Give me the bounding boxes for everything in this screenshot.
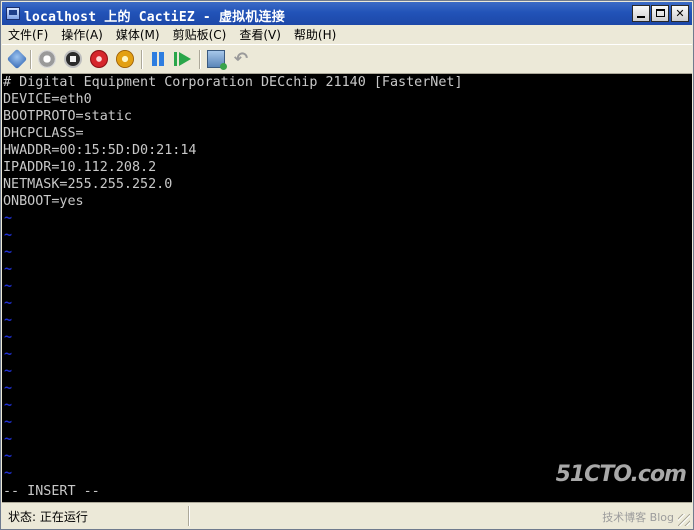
vm-console-screen[interactable]: # Digital Equipment Corporation DECchip … <box>2 74 692 502</box>
pause-icon[interactable] <box>149 50 167 68</box>
watermark-subtitle: 技术博客 Blog <box>602 511 674 524</box>
vim-empty-line-marker: ~ <box>4 347 13 362</box>
menu-action[interactable]: 操作(A) <box>61 26 103 43</box>
vim-empty-line-marker: ~ <box>4 245 13 260</box>
vim-empty-line-marker: ~ <box>4 466 13 481</box>
maximize-button[interactable] <box>651 5 669 22</box>
status-text: 状态: 正在运行 <box>8 510 88 524</box>
vim-empty-line-marker: ~ <box>4 398 13 413</box>
menu-clipboard[interactable]: 剪贴板(C) <box>173 26 227 43</box>
terminal-line: # Digital Equipment Corporation DECchip … <box>3 75 463 90</box>
vim-empty-line-marker: ~ <box>4 432 13 447</box>
title-bar[interactable]: localhost 上的 CactiEZ - 虚拟机连接 ✕ <box>2 2 692 25</box>
vim-empty-line-marker: ~ <box>4 262 13 277</box>
ctrl-alt-del-icon[interactable] <box>6 48 28 70</box>
menu-help[interactable]: 帮助(H) <box>294 26 336 43</box>
menu-view[interactable]: 查看(V) <box>239 26 281 43</box>
toolbar: ↶ <box>2 44 692 74</box>
terminal-line: NETMASK=255.255.252.0 <box>3 177 173 192</box>
vim-empty-line-marker: ~ <box>4 279 13 294</box>
status-bar: 状态: 正在运行 技术博客 Blog <box>2 502 692 528</box>
snapshot-icon[interactable] <box>207 50 227 70</box>
window-title: localhost 上的 CactiEZ - 虚拟机连接 <box>24 10 285 25</box>
reset-icon[interactable] <box>174 50 192 68</box>
save-state-icon[interactable] <box>116 50 134 68</box>
watermark: 51CTO.com <box>555 462 687 487</box>
turn-off-icon[interactable] <box>64 50 82 68</box>
menu-file[interactable]: 文件(F) <box>8 26 48 43</box>
vm-connection-window: localhost 上的 CactiEZ - 虚拟机连接 ✕ 文件(F) 操作(… <box>0 0 694 530</box>
start-icon[interactable] <box>38 50 56 68</box>
vim-empty-line-marker: ~ <box>4 313 13 328</box>
vim-empty-line-marker: ~ <box>4 381 13 396</box>
terminal-line: DHCPCLASS= <box>3 126 84 141</box>
close-button[interactable]: ✕ <box>671 5 689 22</box>
menu-media[interactable]: 媒体(M) <box>116 26 160 43</box>
vim-empty-line-marker: ~ <box>4 364 13 379</box>
watermark-logo: 51CTO.com <box>555 462 687 487</box>
status-divider <box>188 506 190 526</box>
vim-empty-line-marker: ~ <box>4 211 13 226</box>
terminal-line: DEVICE=eth0 <box>3 92 92 107</box>
toolbar-separator <box>199 50 201 69</box>
shut-down-icon[interactable] <box>90 50 108 68</box>
resize-grip-icon[interactable] <box>678 514 690 526</box>
vim-empty-line-marker: ~ <box>4 228 13 243</box>
terminal-line: BOOTPROTO=static <box>3 109 132 124</box>
vim-empty-line-marker: ~ <box>4 330 13 345</box>
terminal-line: ONBOOT=yes <box>3 194 84 209</box>
terminal-line: IPADDR=10.112.208.2 <box>3 160 157 175</box>
toolbar-separator <box>141 50 143 69</box>
vm-app-icon <box>6 7 20 20</box>
terminal-line: HWADDR=00:15:5D:D0:21:14 <box>3 143 197 158</box>
minimize-button[interactable] <box>632 5 650 22</box>
vim-mode-line: -- INSERT -- <box>3 484 100 499</box>
vim-empty-line-marker: ~ <box>4 449 13 464</box>
revert-icon[interactable]: ↶ <box>232 50 250 68</box>
menu-bar: 文件(F) 操作(A) 媒体(M) 剪贴板(C) 查看(V) 帮助(H) <box>2 25 692 44</box>
close-icon: ✕ <box>675 7 685 20</box>
minimize-icon <box>637 16 645 18</box>
toolbar-separator <box>30 50 32 69</box>
vim-empty-line-marker: ~ <box>4 296 13 311</box>
vim-empty-line-marker: ~ <box>4 415 13 430</box>
maximize-icon <box>655 9 665 17</box>
